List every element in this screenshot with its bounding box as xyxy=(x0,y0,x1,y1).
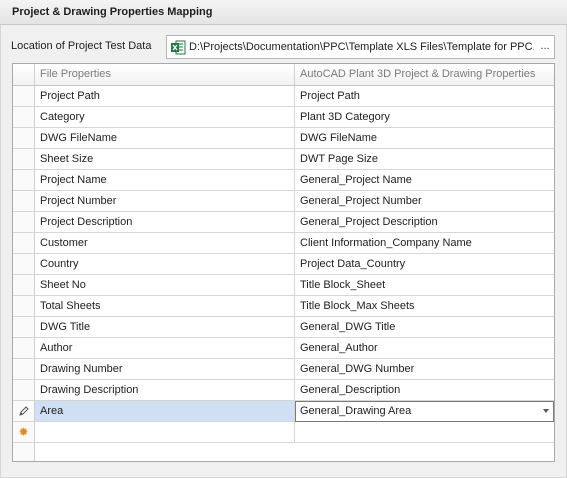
cell-file-property[interactable] xyxy=(35,422,295,443)
table-row[interactable]: Project Number General_Project Number xyxy=(13,191,554,212)
location-path-value[interactable]: D:\Projects\Documentation\PPC\Template X… xyxy=(189,41,534,53)
row-indicator[interactable] xyxy=(13,107,35,128)
row-indicator[interactable] xyxy=(13,149,35,170)
table-row[interactable]: Total Sheets Title Block_Max Sheets xyxy=(13,296,554,317)
cell-acad-property-value: Client Information_Company Name xyxy=(300,237,472,249)
table-row[interactable]: Area General_Drawing Area xyxy=(13,401,554,422)
cell-acad-property-value: General_Description xyxy=(300,384,401,396)
cell-acad-property[interactable]: Title Block_Max Sheets xyxy=(295,296,554,317)
table-row[interactable]: Drawing Description General_Description xyxy=(13,380,554,401)
cell-acad-property[interactable]: General_Project Number xyxy=(295,191,554,212)
cell-acad-property-dropdown[interactable]: General_Drawing Area xyxy=(295,401,554,422)
cell-acad-property[interactable]: Project Data_Country xyxy=(295,254,554,275)
excel-icon xyxy=(171,40,186,55)
cell-file-property[interactable]: DWG FileName xyxy=(35,128,295,149)
cell-acad-property[interactable]: General_Project Description xyxy=(295,212,554,233)
cell-acad-property[interactable]: DWG FileName xyxy=(295,128,554,149)
cell-file-property[interactable]: Project Path xyxy=(35,86,295,107)
cell-acad-property-value: General_DWG Number xyxy=(300,363,415,375)
browse-button[interactable]: ... xyxy=(536,36,554,58)
cell-acad-property-value: General_Project Name xyxy=(300,174,412,186)
cell-acad-property[interactable]: General_Project Name xyxy=(295,170,554,191)
table-row[interactable]: Author General_Author xyxy=(13,338,554,359)
location-field[interactable]: D:\Projects\Documentation\PPC\Template X… xyxy=(166,35,555,59)
header-indicator-cell xyxy=(13,64,35,85)
cell-acad-property[interactable]: General_Description xyxy=(295,380,554,401)
cell-acad-property[interactable]: Project Path xyxy=(295,86,554,107)
cell-acad-property[interactable]: Plant 3D Category xyxy=(295,107,554,128)
table-row[interactable]: DWG Title General_DWG Title xyxy=(13,317,554,338)
cell-file-property[interactable]: Area xyxy=(35,401,295,422)
table-row[interactable]: Project Description General_Project Descr… xyxy=(13,212,554,233)
cell-acad-property[interactable]: Title Block_Sheet xyxy=(295,275,554,296)
panel-title: Project & Drawing Properties Mapping xyxy=(12,6,213,18)
cell-file-property[interactable]: DWG Title xyxy=(35,317,295,338)
location-label: Location of Project Test Data xyxy=(11,40,152,52)
cell-file-property[interactable]: Author xyxy=(35,338,295,359)
row-indicator[interactable] xyxy=(13,254,35,275)
cell-acad-property-value: General_Project Description xyxy=(300,216,438,228)
row-indicator[interactable] xyxy=(13,401,35,422)
cell-acad-property[interactable]: General_DWG Title xyxy=(295,317,554,338)
row-indicator[interactable] xyxy=(13,317,35,338)
column-header-acad-properties[interactable]: AutoCAD Plant 3D Project & Drawing Prope… xyxy=(295,64,554,85)
grid-header: File Properties AutoCAD Plant 3D Project… xyxy=(13,64,554,86)
cell-acad-property-value: Title Block_Max Sheets xyxy=(300,300,415,312)
chevron-down-icon[interactable] xyxy=(543,409,549,413)
cell-acad-property-value: Project Path xyxy=(300,90,360,102)
cell-acad-property[interactable]: DWT Page Size xyxy=(295,149,554,170)
cell-acad-property[interactable]: General_DWG Number xyxy=(295,359,554,380)
table-row[interactable]: Drawing Number General_DWG Number xyxy=(13,359,554,380)
cell-file-property[interactable]: Country xyxy=(35,254,295,275)
table-row[interactable]: Country Project Data_Country xyxy=(13,254,554,275)
cell-acad-property-value: General_Drawing Area xyxy=(300,405,412,417)
row-indicator[interactable] xyxy=(13,191,35,212)
row-indicator[interactable] xyxy=(13,380,35,401)
table-row[interactable]: Project Name General_Project Name xyxy=(13,170,554,191)
row-indicator[interactable] xyxy=(13,338,35,359)
row-indicator[interactable] xyxy=(13,86,35,107)
mapping-grid[interactable]: File Properties AutoCAD Plant 3D Project… xyxy=(12,63,555,462)
cell-file-property[interactable]: Customer xyxy=(35,233,295,254)
row-indicator[interactable] xyxy=(13,212,35,233)
row-indicator[interactable] xyxy=(13,275,35,296)
cell-acad-property-value: Plant 3D Category xyxy=(300,111,390,123)
table-row[interactable]: Project Path Project Path xyxy=(13,86,554,107)
table-row[interactable]: Customer Client Information_Company Name xyxy=(13,233,554,254)
new-row[interactable]: ✹ xyxy=(13,422,554,443)
table-row[interactable]: Sheet Size DWT Page Size xyxy=(13,149,554,170)
cell-acad-property-value: DWG FileName xyxy=(300,132,378,144)
row-indicator[interactable] xyxy=(13,233,35,254)
new-row-star-icon: ✹ xyxy=(18,425,29,439)
row-indicator[interactable] xyxy=(13,128,35,149)
cell-file-property[interactable]: Project Description xyxy=(35,212,295,233)
cell-acad-property[interactable]: Client Information_Company Name xyxy=(295,233,554,254)
cell-acad-property-value: Project Data_Country xyxy=(300,258,406,270)
cell-file-property[interactable]: Category xyxy=(35,107,295,128)
row-indicator[interactable] xyxy=(13,296,35,317)
cell-file-property[interactable]: Drawing Description xyxy=(35,380,295,401)
table-row[interactable]: Category Plant 3D Category xyxy=(13,107,554,128)
cell-acad-property[interactable]: General_Author xyxy=(295,338,554,359)
column-header-file-properties[interactable]: File Properties xyxy=(35,64,295,85)
row-indicator[interactable] xyxy=(13,170,35,191)
cell-acad-property[interactable] xyxy=(295,422,554,443)
pencil-icon xyxy=(18,406,29,416)
panel-header: Project & Drawing Properties Mapping xyxy=(0,0,567,25)
cell-file-property[interactable]: Total Sheets xyxy=(35,296,295,317)
cell-file-property[interactable]: Drawing Number xyxy=(35,359,295,380)
cell-acad-property-value: Title Block_Sheet xyxy=(300,279,386,291)
row-indicator[interactable] xyxy=(13,359,35,380)
table-row[interactable]: Sheet No Title Block_Sheet xyxy=(13,275,554,296)
cell-acad-property-value: General_Project Number xyxy=(300,195,422,207)
cell-acad-property-value: General_DWG Title xyxy=(300,321,396,333)
table-row[interactable]: DWG FileName DWG FileName xyxy=(13,128,554,149)
cell-acad-property-value: DWT Page Size xyxy=(300,153,379,165)
cell-file-property[interactable]: Sheet No xyxy=(35,275,295,296)
cell-file-property[interactable]: Project Name xyxy=(35,170,295,191)
cell-file-property[interactable]: Sheet Size xyxy=(35,149,295,170)
cell-acad-property-value: General_Author xyxy=(300,342,378,354)
row-indicator[interactable]: ✹ xyxy=(13,422,35,443)
cell-file-property[interactable]: Project Number xyxy=(35,191,295,212)
